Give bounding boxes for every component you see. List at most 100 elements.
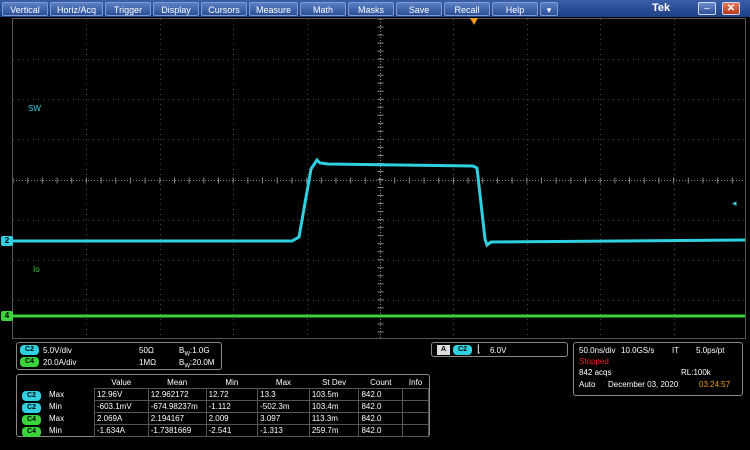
column-header: Info — [408, 378, 423, 387]
mean-cell: -674.98237m — [147, 400, 207, 413]
minimize-button[interactable]: – — [698, 2, 716, 15]
stdev-cell: 103.4m — [308, 400, 360, 413]
min-cell: -2.541 — [205, 424, 259, 437]
info-cell — [402, 388, 429, 401]
menu-trigger[interactable]: Trigger — [105, 1, 152, 16]
channel-settings-panel: C2 5.0V/div 50Ω BW:1.0G C4 20.0A/div 1MΩ… — [16, 342, 222, 370]
mean-cell: 12.962172 — [147, 388, 207, 401]
column-header: Mean — [167, 378, 188, 387]
measurement-header-row: Value Mean Min Max St Dev Count Info — [20, 377, 429, 389]
channel-scale: 20.0A/div — [43, 358, 77, 367]
menu-help[interactable]: Help — [492, 1, 539, 16]
column-header: Min — [225, 378, 239, 387]
chevron-down-icon: ▾ — [546, 4, 552, 15]
channel-badge[interactable]: C4 — [20, 357, 39, 367]
info-cell — [402, 412, 429, 425]
count-cell: 842.0 — [358, 412, 404, 425]
ch4-ground-marker[interactable]: 4 — [1, 311, 13, 321]
source-badge: C4 — [22, 426, 41, 437]
count-cell: 842.0 — [358, 400, 404, 413]
info-cell — [402, 424, 429, 437]
falling-edge-icon: ⌊ — [477, 344, 481, 355]
trigger-position-marker[interactable] — [470, 18, 478, 25]
time: 03:24:57 — [699, 380, 731, 389]
max-cell: 3.097 — [257, 412, 310, 425]
max-cell: -1.313 — [257, 424, 310, 437]
date: December 03, 2020 — [608, 380, 679, 389]
column-header: Value — [111, 378, 132, 387]
menu-recall[interactable]: Recall — [444, 1, 491, 16]
ch2-ground-marker[interactable]: 2 — [1, 236, 13, 246]
channel-row[interactable]: C4 20.0A/div 1MΩ BW:20.0M — [20, 357, 214, 370]
channel-row[interactable]: C2 5.0V/div 50Ω BW:1.0G — [20, 345, 210, 358]
channel-impedance: 1MΩ — [139, 358, 157, 367]
acquisition-readout[interactable]: 50.0ns/div 10.0GS/s IT 5.0ps/pt Stopped … — [573, 342, 743, 396]
trigger-level-arrow-icon[interactable]: ◂ — [732, 198, 737, 209]
column-header: Count — [370, 378, 392, 387]
channel-impedance: 50Ω — [139, 346, 154, 355]
channel-badge[interactable]: C2 — [20, 345, 39, 355]
trace-layer — [13, 157, 745, 318]
ch4-trace-label: Io — [33, 265, 40, 274]
column-header: Max — [275, 378, 292, 387]
column-header — [20, 377, 47, 389]
min-cell: -1.112 — [205, 400, 259, 413]
close-icon: ✕ — [726, 3, 736, 14]
statistic-name: Max — [49, 390, 65, 399]
measurement-row[interactable]: C2 Min -603.1mV -674.98237m -1.112 -502.… — [20, 400, 429, 413]
mean-cell: -1.7381669 — [147, 424, 207, 437]
value-cell: -603.1mV — [93, 400, 149, 413]
stdev-cell: 113.3m — [308, 412, 360, 425]
brand-logo: Tek — [652, 2, 671, 14]
trigger-readout[interactable]: A C2 ⌊ 6.0V — [431, 342, 568, 357]
bandwidth-limit: BW:1.0G — [179, 346, 210, 358]
value-cell: 12.96V — [93, 388, 149, 401]
value-cell: 2.069A — [93, 412, 149, 425]
menu-math[interactable]: Math — [300, 1, 347, 16]
min-cell: 12.72 — [205, 388, 259, 401]
measurement-row[interactable]: C4 Max 2.069A 2.194167 2.009 3.097 113.3… — [20, 412, 429, 425]
max-cell: 13.3 — [257, 388, 310, 401]
close-button[interactable]: ✕ — [722, 2, 740, 15]
mean-cell: 2.194167 — [147, 412, 207, 425]
measurement-table: Value Mean Min Max St Dev Count Info C2 … — [20, 377, 429, 437]
column-header: St Dev — [322, 378, 347, 387]
menu-measure[interactable]: Measure — [249, 1, 299, 16]
menu-masks[interactable]: Masks — [348, 1, 395, 16]
menu-display[interactable]: Display — [153, 1, 200, 16]
run-status: Stopped — [579, 357, 609, 366]
source-badge: C2 — [22, 402, 41, 413]
count-cell: 842.0 — [358, 424, 404, 437]
statistic-name: Max — [49, 414, 65, 423]
stdev-cell: 259.7m — [308, 424, 360, 437]
waveform-display[interactable] — [12, 18, 746, 339]
menu-dropdown-button[interactable]: ▾ — [540, 1, 559, 16]
sample-rate: 10.0GS/s — [621, 346, 655, 355]
time-per-point: 5.0ps/pt — [696, 346, 725, 355]
ch2-waveform — [13, 157, 745, 248]
acquisition-mode: IT — [672, 346, 680, 355]
channel-scale: 5.0V/div — [43, 346, 72, 355]
measurement-panel: Value Mean Min Max St Dev Count Info C2 … — [16, 374, 430, 437]
source-badge: C4 — [22, 414, 41, 425]
acquisition-count: 842 acqs — [579, 368, 612, 377]
menu-vertical[interactable]: Vertical — [2, 1, 48, 16]
trigger-source-badge: C2 — [453, 345, 472, 355]
menu-bar: Vertical Horiz/Acq Trigger Display Curso… — [0, 0, 750, 17]
statistic-name: Min — [49, 402, 62, 411]
source-badge: C2 — [22, 390, 41, 401]
trigger-mode: Auto — [579, 380, 596, 389]
menu-save[interactable]: Save — [396, 1, 443, 16]
record-length: RL:100k — [681, 368, 711, 377]
ch2-trace-label: SW — [28, 104, 41, 113]
menu-cursors[interactable]: Cursors — [201, 1, 248, 16]
min-cell: 2.009 — [205, 412, 259, 425]
statistic-name: Min — [49, 426, 62, 435]
max-cell: -502.3m — [257, 400, 310, 413]
measurement-row[interactable]: C4 Min -1.634A -1.7381669 -2.541 -1.313 … — [20, 424, 429, 437]
info-cell — [402, 400, 429, 413]
measurement-row[interactable]: C2 Max 12.96V 12.962172 12.72 13.3 103.5… — [20, 388, 429, 401]
count-cell: 842.0 — [358, 388, 404, 401]
minimize-icon: – — [704, 3, 710, 14]
menu-horiz-acq[interactable]: Horiz/Acq — [50, 1, 104, 16]
